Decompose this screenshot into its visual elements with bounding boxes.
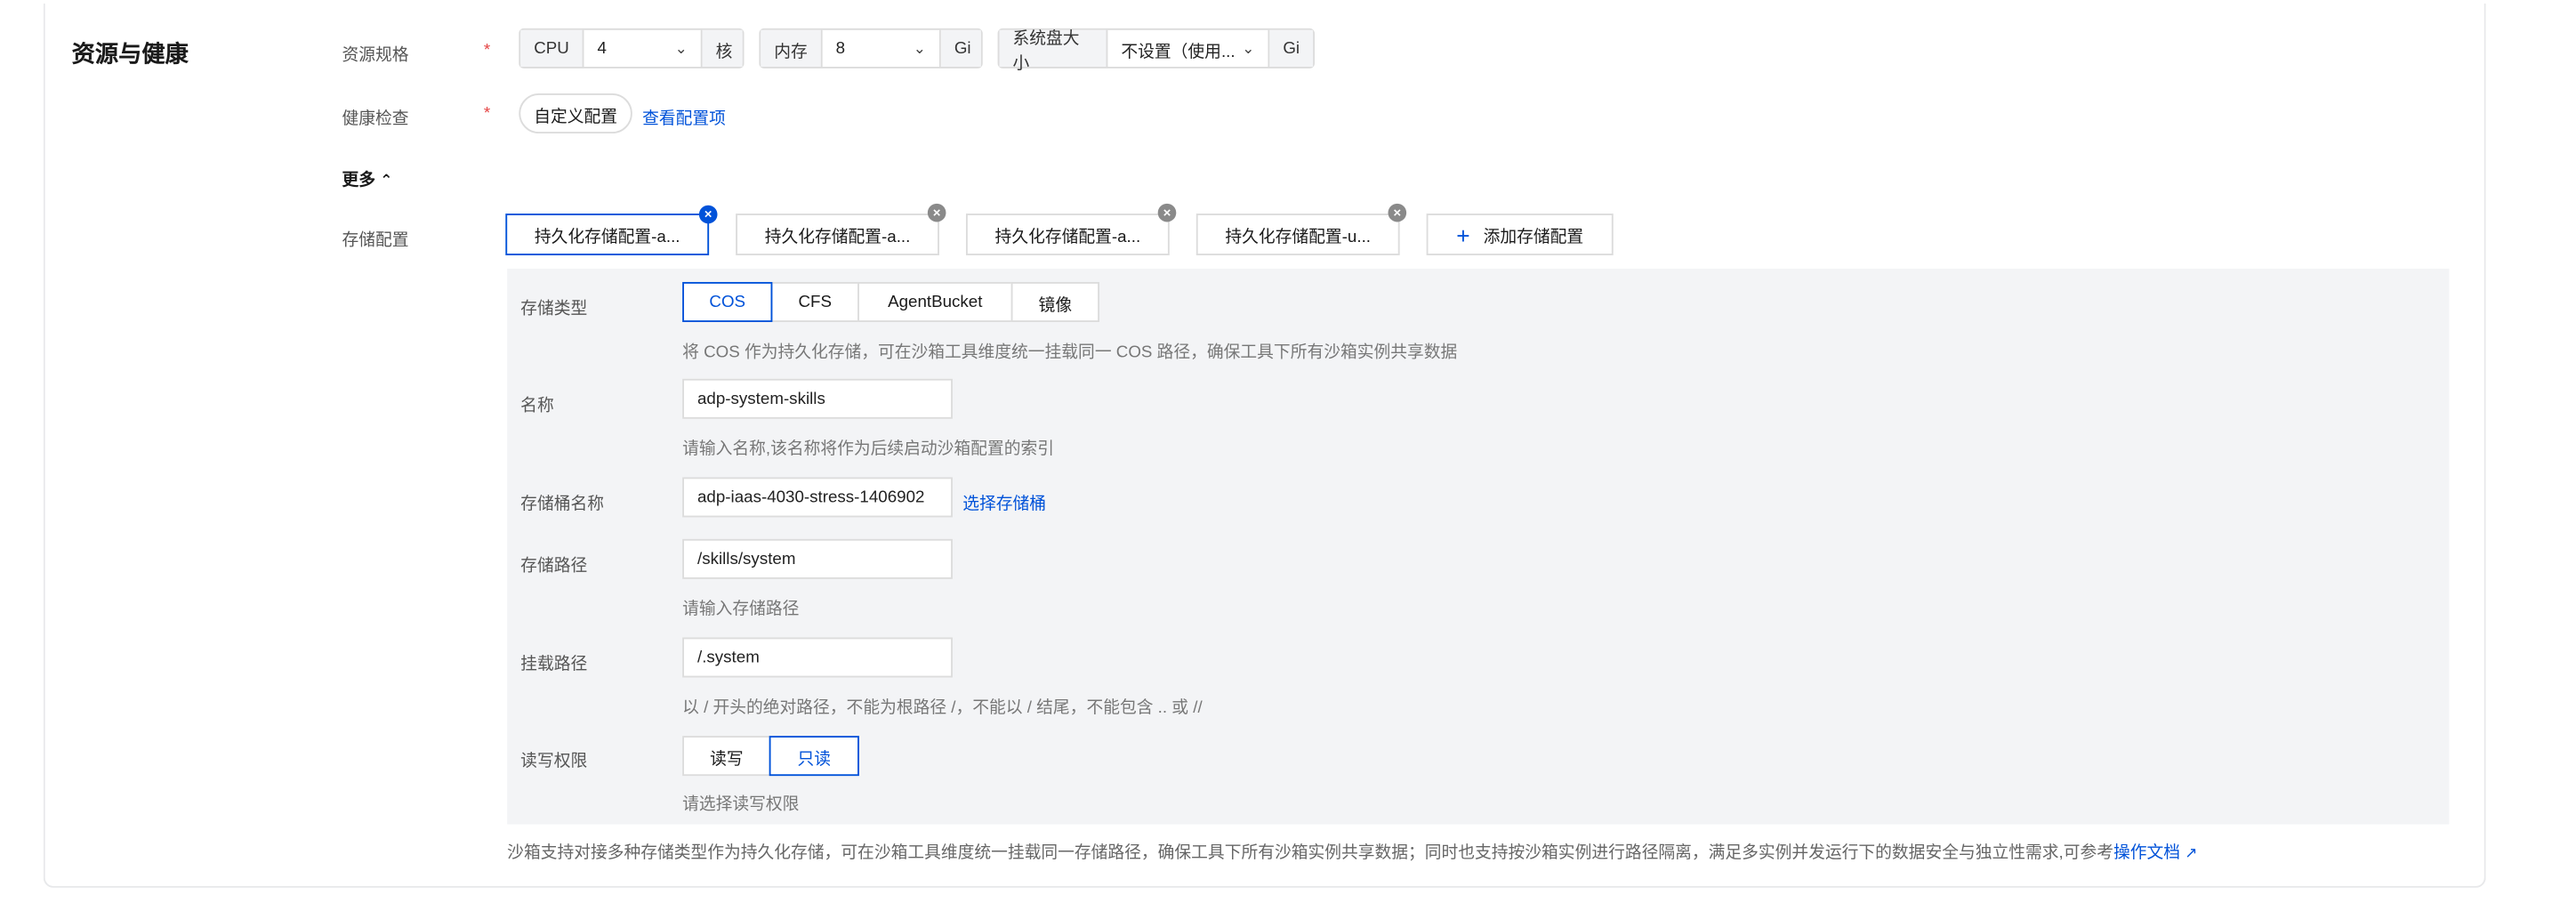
chevron-down-icon: ⌄ [674,39,688,56]
storage-tab-3[interactable]: 持久化存储配置-a... [965,214,1170,255]
section-title: 资源与健康 [71,40,189,68]
close-icon[interactable]: × [698,205,718,224]
option-read-write[interactable]: 读写 [682,736,771,777]
storage-type-hint: 将 COS 作为持久化存储，可在沙箱工具维度统一挂载同一 COS 路径，确保工具… [682,343,1458,363]
storage-tab-1[interactable]: 持久化存储配置-a... [505,214,710,255]
cpu-select[interactable]: 4 ⌄ [582,29,703,68]
option-image[interactable]: 镜像 [1010,281,1100,322]
name-hint: 请输入名称,该名称将作为后续启动沙箱配置的索引 [682,440,1054,459]
more-toggle[interactable]: 更多 ⌃ [342,165,392,190]
storage-type-label: 存储类型 [520,300,588,319]
cpu-group: CPU 4 ⌄ 核 [519,28,745,69]
perm-hint: 请选择读写权限 [682,795,800,815]
name-label: 名称 [520,397,554,416]
memory-group: 内存 8 ⌄ Gi [759,28,983,69]
cpu-value: 4 [597,39,607,58]
option-cos[interactable]: COS [682,281,773,322]
footnote-text: 沙箱支持对接多种存储类型作为持久化存储，可在沙箱工具维度统一挂载同一存储路径，确… [507,844,2113,863]
doc-link[interactable]: 操作文档 [2113,844,2180,863]
page-stage: 资源与健康 资源规格 * CPU 4 ⌄ 核 内存 8 ⌄ Gi 系统盘大小 不… [0,0,2576,903]
health-label: 健康检查 [342,109,409,129]
mount-hint: 以 / 开头的绝对路径，不能为根路径 /，不能以 / 结尾，不能包含 .. 或 … [682,698,1203,718]
chevron-down-icon: ⌄ [1242,39,1255,56]
custom-config-button[interactable]: 自定义配置 [519,93,632,134]
storage-footnote: 沙箱支持对接多种存储类型作为持久化存储，可在沙箱工具维度统一挂载同一存储路径，确… [507,838,2197,863]
chevron-up-icon: ⌃ [380,172,393,189]
path-hint: 请输入存储路径 [682,601,800,619]
memory-value: 8 [835,39,846,58]
option-cfs[interactable]: CFS [770,281,859,322]
memory-unit: Gi [940,29,981,68]
required-mark: * [483,41,491,60]
resource-label: 资源规格 [342,46,409,66]
disk-group: 系统盘大小 不设置（使用... ⌄ Gi [997,28,1315,74]
more-label: 更多 [342,172,376,190]
bucket-label: 存储桶名称 [520,496,604,514]
option-read-only[interactable]: 只读 [769,736,859,777]
memory-select[interactable]: 8 ⌄ [820,29,941,68]
chevron-down-icon: ⌄ [913,39,926,56]
disk-value: 不设置（使用... [1121,42,1236,61]
add-storage-button[interactable]: + 添加存储配置 [1426,214,1614,255]
disk-select[interactable]: 不设置（使用... ⌄ [1106,29,1270,68]
view-config-link[interactable]: 查看配置项 [642,103,726,129]
select-bucket-link[interactable]: 选择存储桶 [962,489,1046,514]
perm-label: 读写权限 [520,752,588,771]
option-agentbucket[interactable]: AgentBucket [857,281,1013,322]
add-storage-label: 添加存储配置 [1483,228,1584,247]
disk-prefix: 系统盘大小 [999,29,1107,74]
disk-unit: Gi [1269,29,1314,68]
path-label: 存储路径 [520,557,588,576]
close-icon[interactable]: × [1388,203,1407,222]
external-link-icon: ↗ [2185,844,2198,861]
close-icon[interactable]: × [927,203,946,222]
mount-input[interactable]: /.system [682,637,953,678]
cpu-unit: 核 [702,29,743,68]
storage-tab-4[interactable]: 持久化存储配置-u... [1195,214,1400,255]
perm-group: 读写 只读 [682,736,859,777]
close-icon[interactable]: × [1157,203,1177,222]
storage-type-group: COS CFS AgentBucket 镜像 [682,281,1100,322]
cpu-prefix: CPU [520,29,583,68]
path-input[interactable]: /skills/system [682,538,953,579]
memory-prefix: 内存 [761,29,821,68]
required-mark: * [483,105,491,124]
bucket-input[interactable]: adp-iaas-4030-stress-1406902 [682,477,953,518]
mount-label: 挂载路径 [520,656,588,674]
plus-icon: + [1456,221,1470,248]
storage-label: 存储配置 [342,231,409,251]
storage-tab-2[interactable]: 持久化存储配置-a... [736,214,939,255]
name-input[interactable]: adp-system-skills [682,378,953,419]
